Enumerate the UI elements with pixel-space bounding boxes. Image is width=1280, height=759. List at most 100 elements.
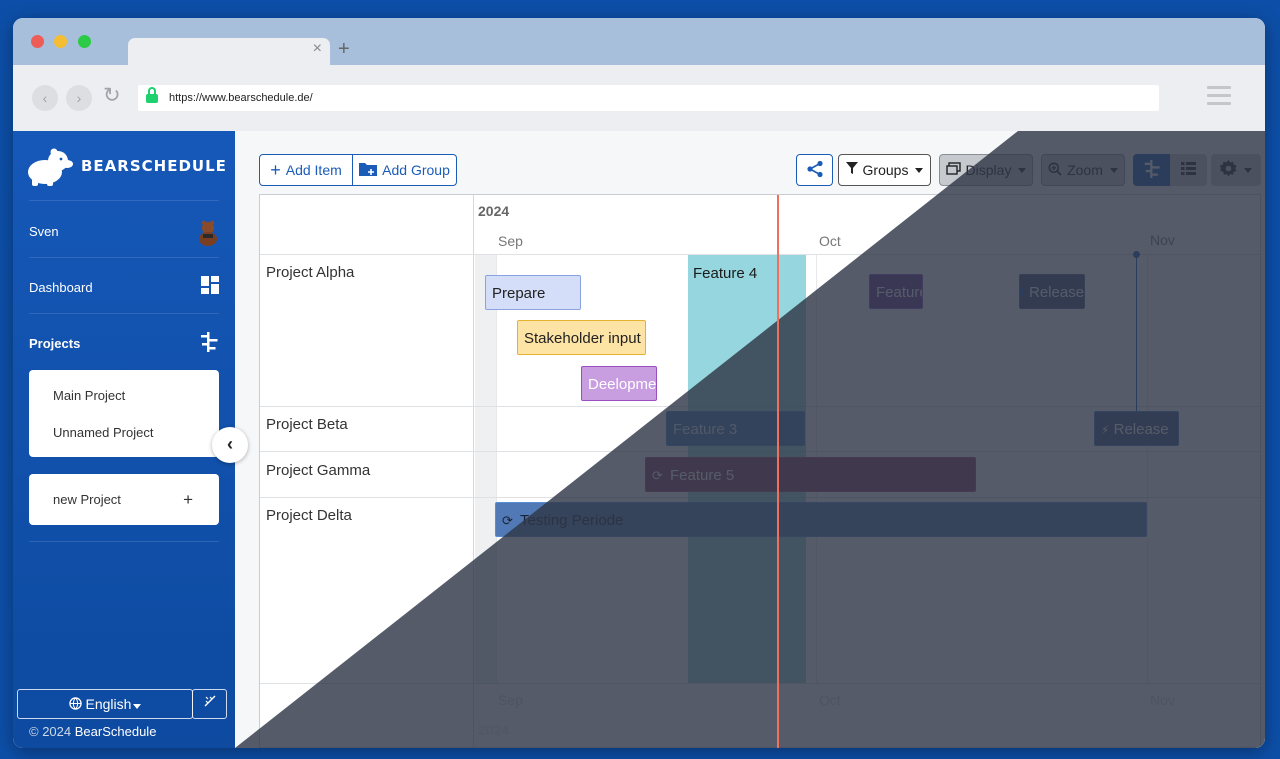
url-field[interactable]: https://www.bearschedule.de/	[138, 85, 1159, 111]
bear-logo-icon	[28, 148, 73, 186]
group-label-alpha[interactable]: Project Alpha	[266, 264, 354, 281]
browser-tab[interactable]: ×	[128, 38, 330, 65]
item-label: Release	[1113, 421, 1169, 438]
list-view-button[interactable]	[1170, 154, 1207, 186]
item-label: Release	[1029, 284, 1085, 301]
caret-down-icon	[915, 167, 924, 173]
caret-down-icon	[1244, 167, 1252, 173]
settings-dropdown[interactable]	[1211, 154, 1261, 186]
axis-year-bottom: 2024	[478, 722, 510, 738]
sidebar: BEARSCHEDULE Sven Dashboard Projects Mai…	[13, 131, 235, 748]
close-window-button[interactable]	[31, 35, 44, 48]
list-icon	[1181, 162, 1196, 178]
axis-month-bottom: Oct	[819, 692, 841, 708]
item-stakeholder-input[interactable]: Stakeholder input	[517, 320, 646, 355]
item-label: Testing Periode	[520, 512, 624, 529]
caret-down-icon	[1109, 167, 1118, 173]
project-list: Main Project Unnamed Project	[29, 370, 219, 457]
zoom-dropdown[interactable]: Zoom	[1041, 154, 1125, 186]
new-project-button[interactable]: new Project +	[29, 474, 219, 525]
theme-toggle-button[interactable]	[192, 689, 227, 719]
lock-icon	[146, 87, 158, 103]
sidebar-item-user[interactable]: Sven	[29, 220, 219, 246]
item-testing-periode[interactable]: ⟳ Testing Periode	[495, 502, 1147, 537]
display-label: Display	[965, 162, 1012, 178]
axis-month-bottom: Sep	[498, 692, 523, 708]
item-development[interactable]: Deelopment	[581, 366, 657, 401]
axis-year-top: 2024	[478, 203, 510, 219]
timeline-icon	[199, 332, 219, 355]
collapse-sidebar-button[interactable]: ‹	[212, 427, 248, 463]
display-dropdown[interactable]: Display	[939, 154, 1033, 186]
maximize-window-button[interactable]	[78, 35, 91, 48]
release-milestone-line	[1136, 255, 1137, 412]
reload-icon[interactable]: ↻	[103, 83, 121, 108]
add-group-label: Add Group	[382, 162, 450, 178]
back-button[interactable]: ‹	[32, 85, 58, 111]
sync-icon: ⟳	[652, 468, 663, 483]
copyright: © 2024 BearSchedule	[29, 724, 156, 739]
divider	[29, 200, 219, 201]
group-label-beta[interactable]: Project Beta	[266, 416, 348, 433]
new-tab-button[interactable]: +	[338, 38, 350, 61]
sync-icon: ⟳	[502, 513, 513, 528]
groups-dropdown[interactable]: Groups	[838, 154, 931, 186]
timeline: 2024 Sep Oct Nov Project Alpha Project B…	[259, 194, 1262, 748]
copyright-year: © 2024	[29, 724, 72, 739]
globe-icon	[68, 696, 86, 712]
new-project-label: new Project	[53, 492, 121, 507]
month-gridline	[1147, 255, 1148, 683]
avatar	[197, 220, 219, 249]
sidebar-item-dashboard[interactable]: Dashboard	[29, 276, 219, 295]
zoom-label: Zoom	[1067, 162, 1103, 178]
milestone-dot	[1133, 251, 1140, 258]
item-feature3[interactable]: Feature 3	[666, 411, 805, 446]
magnifier-icon	[1048, 162, 1062, 179]
dashboard-icon	[201, 276, 219, 297]
project-link[interactable]: Main Project	[53, 388, 125, 403]
add-item-button[interactable]: + Add Item	[259, 154, 353, 186]
project-link[interactable]: Unnamed Project	[53, 425, 153, 440]
groups-label: Groups	[862, 162, 909, 178]
row-divider	[260, 683, 1262, 684]
axis-month-top: Nov	[1150, 232, 1175, 248]
timeline-view-button[interactable]	[1133, 154, 1170, 186]
display-icon	[945, 162, 961, 178]
caret-down-icon	[1018, 167, 1027, 173]
current-time-line	[777, 195, 779, 748]
add-item-label: Add Item	[285, 162, 342, 178]
sidebar-item-projects[interactable]: Projects	[29, 332, 219, 352]
language-select[interactable]: English	[17, 689, 193, 719]
caret-down-icon	[133, 704, 142, 709]
axis-month-top: Oct	[819, 233, 841, 249]
minimize-window-button[interactable]	[54, 35, 67, 48]
divider	[29, 257, 219, 258]
plus-icon: +	[270, 159, 281, 180]
app-name: BEARSCHEDULE	[81, 157, 227, 175]
item-feature5[interactable]: ⟳ Feature 5	[645, 457, 976, 492]
chevron-left-icon: ‹	[227, 434, 233, 454]
item-release-beta[interactable]: ⚡ Release	[1094, 411, 1179, 446]
group-label-gamma[interactable]: Project Gamma	[266, 462, 370, 479]
lightning-icon: ⚡	[1101, 423, 1110, 437]
add-group-button[interactable]: Add Group	[352, 154, 457, 186]
url-text: https://www.bearschedule.de/	[169, 92, 313, 104]
copyright-brand: BearSchedule	[74, 724, 157, 739]
share-button[interactable]	[796, 154, 833, 186]
divider	[29, 313, 219, 314]
sidebar-item-label: Projects	[29, 336, 81, 351]
item-prepare[interactable]: Prepare	[485, 275, 581, 310]
app: BEARSCHEDULE Sven Dashboard Projects Mai…	[13, 131, 1265, 748]
group-label-delta[interactable]: Project Delta	[266, 507, 352, 524]
close-icon[interactable]: ×	[313, 40, 322, 58]
browser-menu-icon[interactable]	[1207, 86, 1231, 110]
axis-month-bottom: Nov	[1150, 692, 1175, 708]
app-logo[interactable]: BEARSCHEDULE	[25, 145, 227, 187]
divider	[29, 541, 219, 542]
share-icon	[806, 160, 824, 181]
browser-addressbar: ‹ › ↻ https://www.bearschedule.de/	[13, 65, 1265, 131]
item-release-alpha[interactable]: Release	[1019, 274, 1085, 309]
item-feature-alpha[interactable]: Feature	[869, 274, 923, 309]
forward-button[interactable]: ›	[66, 85, 92, 111]
month-gridline	[496, 255, 497, 683]
